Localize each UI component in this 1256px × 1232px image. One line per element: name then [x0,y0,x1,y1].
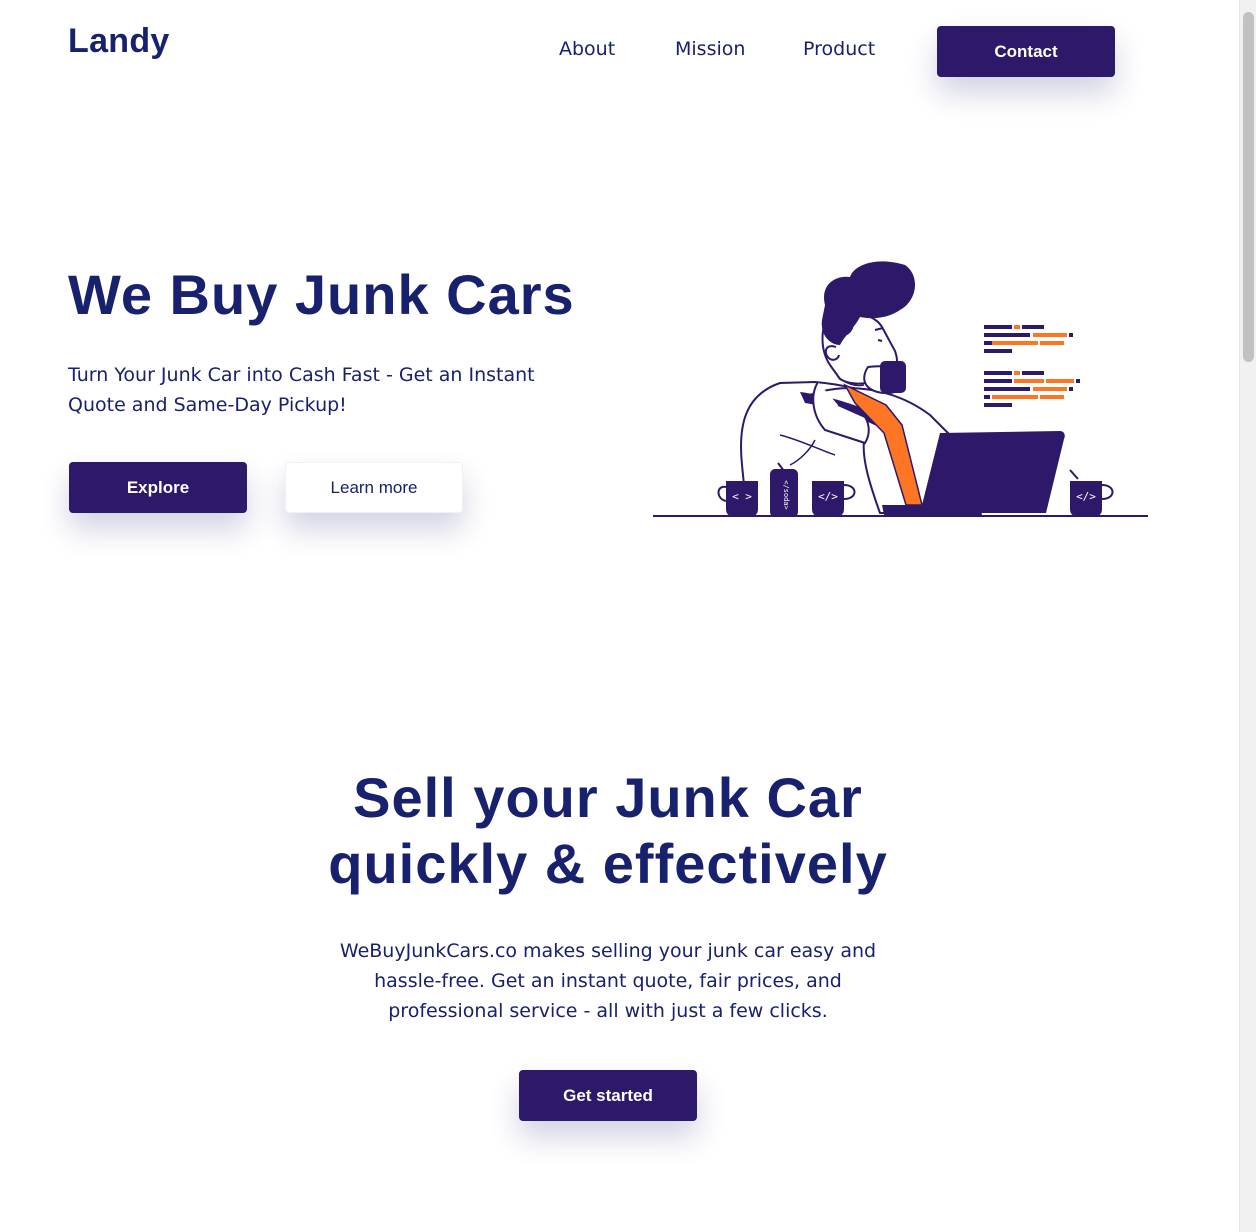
mug-middle-icon: </> [812,481,856,517]
section-text: WeBuyJunkCars.co makes selling your junk… [339,940,877,1022]
logo[interactable]: Landy [68,22,170,61]
code-lines-icon [984,325,1080,407]
nav-about[interactable]: About [559,38,615,60]
contact-button[interactable]: Contact [937,26,1115,77]
section-title-line2: quickly & effectively [328,832,888,895]
developer-illustration: < > </soda> </> </> [653,261,1148,517]
explore-button[interactable]: Explore [69,462,247,513]
mug-right-icon: </> [1069,469,1114,517]
svg-text:</>: </> [818,490,838,503]
vertical-scrollbar[interactable] [1239,0,1256,1232]
nav-mission[interactable]: Mission [675,38,745,60]
mug-left-icon: < > [717,481,758,517]
scrollbar-thumb[interactable] [1243,12,1254,362]
hero-subtitle: Turn Your Junk Car into Cash Fast - Get … [68,364,535,416]
learn-more-button[interactable]: Learn more [285,462,463,513]
soda-can-icon: </soda> [770,462,798,517]
section-title-line1: Sell your Junk Car [353,766,863,829]
section-title: Sell your Junk Car quickly & effectively [0,765,1216,897]
hero-title: We Buy Junk Cars [68,263,575,326]
get-started-button[interactable]: Get started [519,1070,697,1121]
nav-product[interactable]: Product [803,38,875,60]
svg-text:</soda>: </soda> [782,480,790,510]
svg-text:</>: </> [1076,490,1096,503]
page: Landy About Mission Product Contact We B… [0,0,1239,1232]
svg-text:< >: < > [732,490,752,503]
